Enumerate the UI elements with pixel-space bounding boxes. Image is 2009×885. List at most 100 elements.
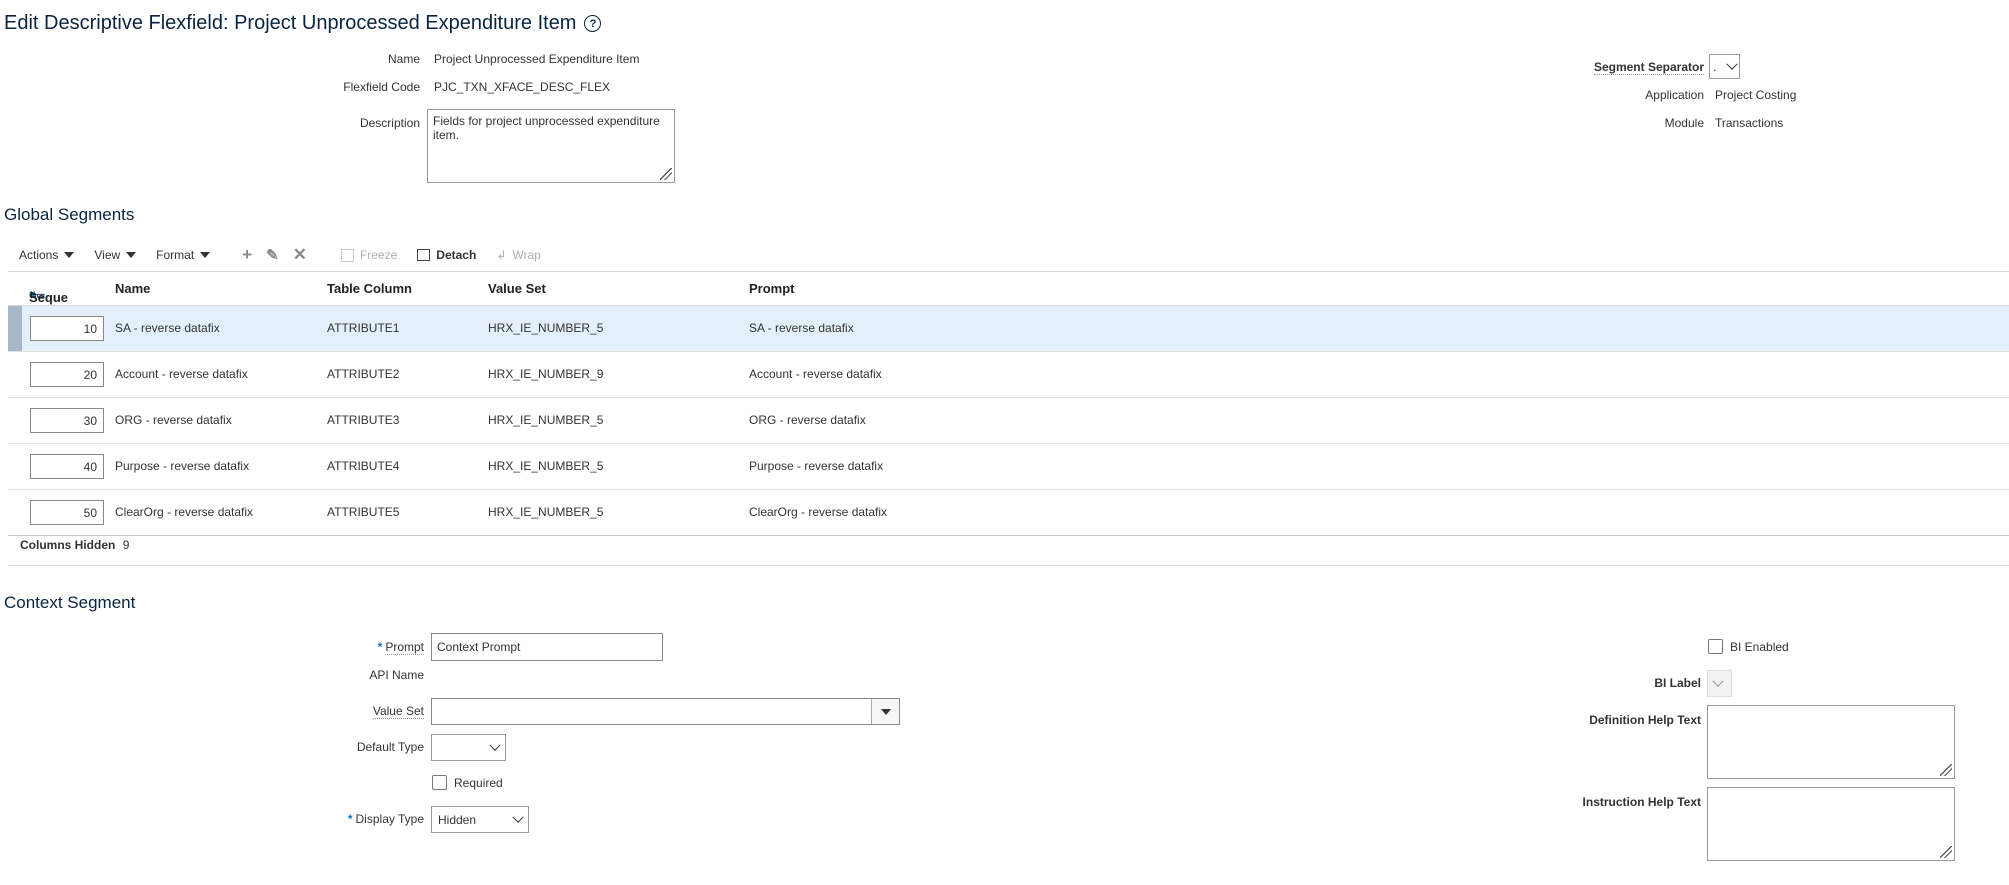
caret-down-icon [200, 252, 211, 258]
value-set-combobox[interactable] [431, 698, 900, 725]
caret-down-icon [126, 252, 137, 258]
cell-prompt: SA - reverse datafix [749, 321, 854, 335]
module-label: Module [1664, 116, 1704, 130]
columns-hidden-label: Columns Hidden [20, 538, 116, 552]
actions-menu[interactable]: Actions [19, 248, 75, 262]
freeze-button[interactable]: Freeze [340, 248, 397, 262]
sequence-input[interactable]: 20 [30, 362, 104, 387]
view-menu[interactable]: View [94, 248, 137, 262]
required-label: Required [454, 775, 503, 790]
definition-help-textarea[interactable] [1707, 705, 1955, 779]
edit-pencil-icon[interactable]: ✎ [266, 246, 279, 264]
column-header-name[interactable]: Name [115, 281, 150, 296]
value-set-label: Value Set [372, 704, 424, 719]
cell-name: Account - reverse datafix [115, 367, 248, 381]
table-row[interactable]: 10 SA - reverse datafix ATTRIBUTE1 HRX_I… [8, 306, 2009, 352]
sequence-input[interactable]: 50 [30, 500, 104, 525]
caret-down-icon [880, 708, 891, 715]
table-row[interactable]: 50 ClearOrg - reverse datafix ATTRIBUTE5… [8, 490, 2009, 536]
chevron-down-icon [1712, 675, 1724, 687]
question-circle-icon[interactable]: ? [584, 15, 602, 32]
section-divider [8, 565, 2009, 566]
instruction-help-textarea[interactable] [1707, 787, 1955, 861]
description-text: Fields for project unprocessed expenditu… [433, 114, 660, 142]
sequence-input[interactable]: 40 [30, 454, 104, 479]
cell-table-column: ATTRIBUTE4 [327, 459, 400, 473]
flexfield-code-label: Flexfield Code [343, 80, 420, 94]
row-selector[interactable] [8, 490, 22, 535]
detach-icon [417, 249, 431, 261]
global-segments-table: * Seque ⇅▭ Name Table Column Value Set Pro… [8, 271, 2009, 536]
row-selector[interactable] [8, 352, 22, 397]
cell-prompt: Purpose - reverse datafix [749, 459, 884, 473]
format-menu[interactable]: Format [156, 248, 211, 262]
page-title-text: Edit Descriptive Flexfield: Project Unpr… [4, 12, 577, 34]
segment-separator-value: . [1713, 59, 1717, 74]
column-header-prompt[interactable]: Prompt [749, 281, 795, 296]
cell-prompt: Account - reverse datafix [749, 367, 882, 381]
bi-label-label: BI Label [1654, 676, 1701, 690]
wrap-button[interactable]: ↲ Wrap [496, 248, 541, 262]
delete-x-icon[interactable]: ✕ [293, 245, 307, 265]
description-textarea[interactable]: Fields for project unprocessed expenditu… [427, 109, 675, 183]
required-checkbox[interactable] [432, 775, 447, 790]
cell-value-set: HRX_IE_NUMBER_5 [488, 505, 604, 519]
default-type-select[interactable] [431, 734, 506, 761]
table-row[interactable]: 20 Account - reverse datafix ATTRIBUTE2 … [8, 352, 2009, 398]
table-row[interactable]: 30 ORG - reverse datafix ATTRIBUTE3 HRX_… [8, 398, 2009, 444]
sequence-input[interactable]: 30 [30, 408, 104, 433]
description-label: Description [359, 116, 420, 130]
sort-icon[interactable]: ⇅▭ [29, 290, 45, 301]
cell-value-set: HRX_IE_NUMBER_9 [488, 367, 604, 381]
freeze-icon [340, 248, 354, 262]
add-icon[interactable]: + [242, 245, 252, 265]
cell-prompt: ORG - reverse datafix [749, 413, 866, 427]
global-segments-toolbar: Actions View Format + ✎ ✕ Freeze Detach … [19, 245, 541, 265]
page-title: Edit Descriptive Flexfield: Project Unpr… [4, 12, 602, 35]
required-checkbox-group[interactable]: Required [432, 775, 503, 790]
cell-value-set: HRX_IE_NUMBER_5 [488, 413, 604, 427]
instruction-help-label: Instruction Help Text [1582, 795, 1701, 809]
detach-button[interactable]: Detach [417, 248, 476, 262]
segment-separator-label: Segment Separator [1593, 60, 1704, 75]
context-segment-title: Context Segment [4, 593, 136, 612]
sequence-input[interactable]: 10 [30, 316, 104, 341]
table-header: * Seque ⇅▭ Name Table Column Value Set Pro… [8, 272, 2009, 306]
dropdown-button[interactable] [871, 699, 899, 724]
cell-name: ClearOrg - reverse datafix [115, 505, 254, 519]
flexfield-code-value: PJC_TXN_XFACE_DESC_FLEX [434, 80, 611, 94]
bi-enabled-group[interactable]: BI Enabled [1708, 639, 1789, 654]
cell-name: ORG - reverse datafix [115, 413, 232, 427]
resize-grip-icon[interactable] [1940, 764, 1952, 776]
chevron-down-icon [1726, 58, 1738, 70]
cell-table-column: ATTRIBUTE2 [327, 367, 400, 381]
api-name-label: API Name [369, 668, 424, 682]
segment-separator-select[interactable]: . [1709, 54, 1740, 79]
prompt-label: * Prompt [377, 640, 424, 655]
caret-down-icon [64, 252, 75, 258]
display-type-select[interactable]: Hidden [431, 806, 529, 833]
chevron-down-icon [489, 739, 501, 751]
definition-help-label: Definition Help Text [1589, 713, 1701, 727]
bi-enabled-label: BI Enabled [1730, 639, 1789, 654]
row-selector[interactable] [8, 398, 22, 443]
cell-table-column: ATTRIBUTE1 [327, 321, 400, 335]
resize-grip-icon[interactable] [1940, 846, 1952, 858]
cell-value-set: HRX_IE_NUMBER_5 [488, 459, 604, 473]
prompt-input[interactable]: Context Prompt [431, 633, 663, 661]
row-selector[interactable] [8, 444, 22, 489]
column-header-value-set[interactable]: Value Set [488, 281, 546, 296]
name-label: Name [387, 52, 420, 66]
column-header-table-column[interactable]: Table Column [327, 281, 412, 296]
wrap-icon: ↲ [496, 248, 507, 262]
cell-table-column: ATTRIBUTE3 [327, 413, 400, 427]
display-type-value: Hidden [438, 812, 477, 827]
module-value: Transactions [1715, 116, 1784, 130]
cell-table-column: ATTRIBUTE5 [327, 505, 400, 519]
resize-grip-icon[interactable] [660, 168, 672, 180]
cell-name: SA - reverse datafix [115, 321, 220, 335]
bi-enabled-checkbox[interactable] [1708, 639, 1723, 654]
row-selector[interactable] [8, 306, 22, 351]
table-row[interactable]: 40 Purpose - reverse datafix ATTRIBUTE4 … [8, 444, 2009, 490]
bi-label-select[interactable] [1707, 670, 1732, 697]
